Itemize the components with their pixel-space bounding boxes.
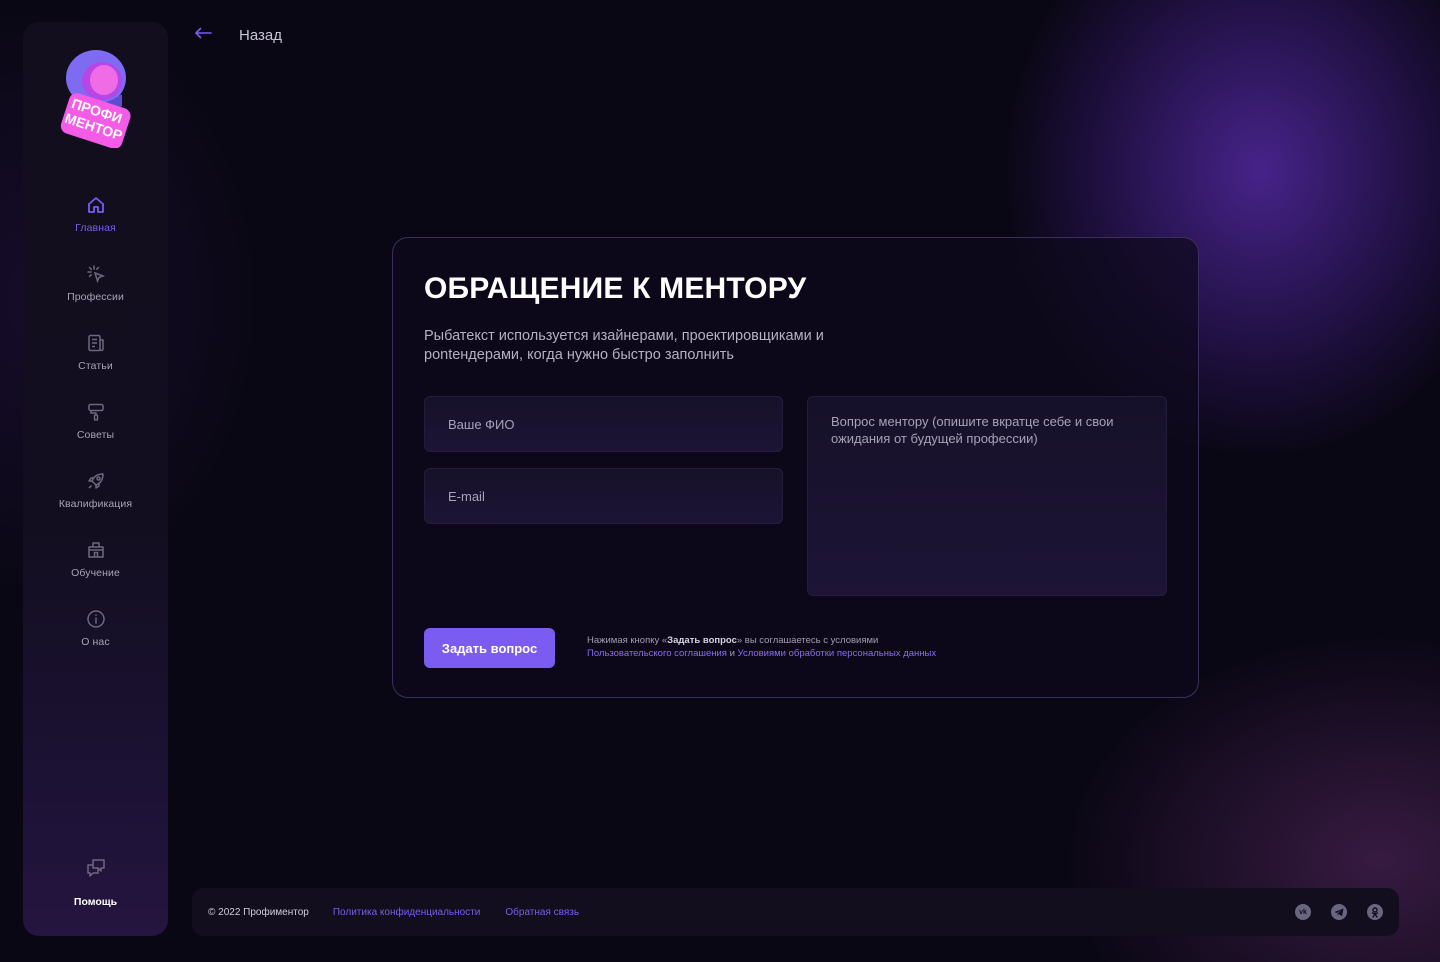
sidebar-item-label: О нас	[81, 636, 110, 648]
arrow-left-icon	[194, 26, 212, 44]
name-field[interactable]: Ваше ФИО	[424, 396, 783, 452]
sidebar-item-label: Обучение	[71, 567, 120, 579]
terms-notice: Нажимая кнопку «Задать вопрос» вы соглаш…	[587, 634, 936, 660]
feedback-link[interactable]: Обратная связь	[505, 907, 579, 918]
astronaut-helmet-icon: ПРОФИ МЕНТОР	[60, 50, 131, 149]
terms-prefix: Нажимая кнопку «	[587, 635, 668, 646]
sidebar-item-label: Профессии	[67, 291, 124, 303]
footer: © 2022 Профиментор Политика конфиденциал…	[192, 888, 1399, 936]
chat-icon	[85, 857, 107, 884]
odnoklassniki-icon[interactable]	[1367, 904, 1383, 920]
sidebar-item-about[interactable]: О нас	[23, 608, 168, 677]
sidebar-item-education[interactable]: Обучение	[23, 539, 168, 608]
page-title: ОБРАЩЕНИЕ К МЕНТОРУ	[424, 272, 807, 305]
social-links: vk	[1295, 904, 1383, 920]
personal-data-link[interactable]: Условиями обработки персональных данных	[738, 648, 937, 659]
sidebar-item-professions[interactable]: Профессии	[23, 263, 168, 332]
email-field[interactable]: E-mail	[424, 468, 783, 524]
back-button[interactable]: Назад	[194, 26, 282, 44]
terms-and: и	[726, 648, 738, 659]
copyright: © 2022 Профиментор	[208, 906, 309, 918]
home-icon	[85, 194, 107, 216]
telegram-icon[interactable]	[1331, 904, 1347, 920]
sidebar-item-tips[interactable]: Советы	[23, 401, 168, 470]
user-agreement-link[interactable]: Пользовательского соглашения	[587, 648, 727, 659]
sidebar-item-label: Главная	[75, 222, 116, 234]
brush-icon	[85, 401, 107, 423]
back-label: Назад	[239, 26, 282, 44]
help-label: Помощь	[73, 896, 118, 908]
sidebar-item-articles[interactable]: Статьи	[23, 332, 168, 401]
form-description: Рыбатекст используется изайнерами, проек…	[424, 328, 824, 363]
cursor-click-icon	[85, 263, 107, 285]
school-icon	[85, 539, 107, 561]
sidebar-item-label: Квалификация	[58, 498, 133, 510]
question-textarea[interactable]: Вопрос ментору (опишите вкратце себе и с…	[807, 396, 1167, 596]
sidebar-nav: Главная Профессии Статьи Советы Квалифик…	[23, 194, 168, 677]
sidebar-item-home[interactable]: Главная	[23, 194, 168, 263]
sidebar: ПРОФИ МЕНТОР Главная Профессии Статьи Со…	[23, 22, 168, 936]
help-button[interactable]: Помощь	[74, 857, 117, 908]
sidebar-item-qualification[interactable]: Квалификация	[23, 470, 168, 539]
terms-middle: » вы соглашаетесь с условиями	[736, 635, 879, 646]
sidebar-item-label: Советы	[76, 429, 115, 441]
terms-bold: Задать вопрос	[667, 635, 737, 646]
info-icon	[85, 608, 107, 630]
vk-icon[interactable]: vk	[1295, 904, 1311, 920]
mentor-request-card: ОБРАЩЕНИЕ К МЕНТОРУ Рыбатекст использует…	[392, 237, 1199, 698]
rocket-icon	[85, 470, 107, 492]
sidebar-item-label: Статьи	[78, 360, 113, 372]
logo[interactable]: ПРОФИ МЕНТОР	[60, 48, 132, 149]
article-icon	[85, 332, 107, 354]
privacy-policy-link[interactable]: Политика конфиденциальности	[333, 907, 481, 918]
submit-question-button[interactable]: Задать вопрос	[424, 628, 555, 668]
